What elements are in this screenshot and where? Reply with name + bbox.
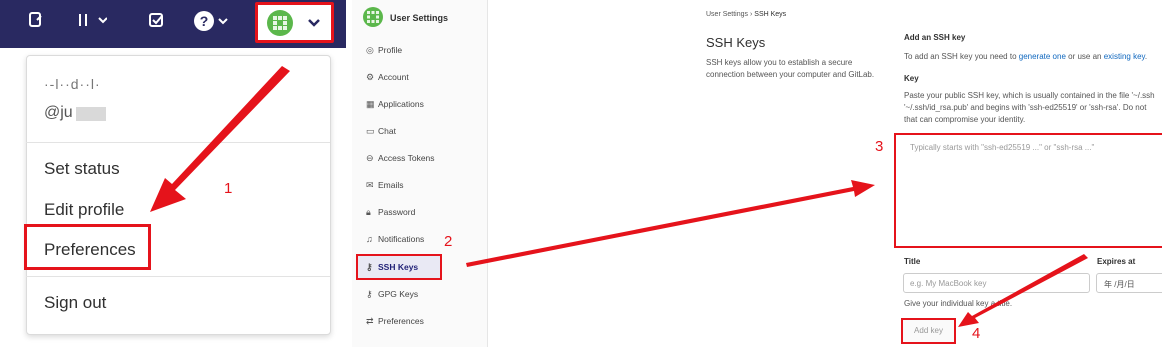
annotation-arrows — [150, 66, 1088, 327]
annotation-arrow — [150, 66, 290, 212]
annotation-arrow — [466, 180, 875, 267]
annotation-arrow — [958, 254, 1088, 327]
